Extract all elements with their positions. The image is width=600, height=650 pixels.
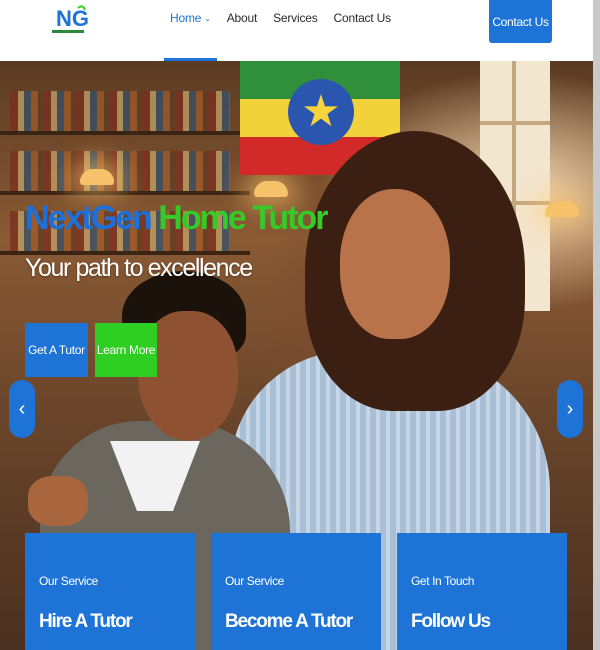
nav-contact-us[interactable]: Contact Us: [326, 0, 399, 61]
card-eyebrow: Our Service: [39, 574, 98, 588]
nav-contact-label: Contact Us: [333, 11, 392, 25]
slider-next-button[interactable]: ›: [557, 380, 583, 438]
nav-services-label: Services: [273, 11, 318, 25]
nav-home-label: Home: [170, 11, 202, 25]
hero-title-part2: Home Tutor: [158, 199, 328, 237]
nav-about-label: About: [226, 11, 258, 25]
logo-tagline-bar: [52, 30, 84, 33]
site-header: NG Home ⌄ About Services Contact Us Conta…: [0, 0, 600, 61]
service-card-become-a-tutor[interactable]: Our Service Become A Tutor: [211, 533, 381, 650]
slider-prev-button[interactable]: ‹: [9, 380, 35, 438]
lamp-light: [80, 169, 114, 185]
lamp-light: [254, 181, 288, 197]
nav-home[interactable]: Home ⌄: [162, 0, 219, 61]
lamp-light: [545, 201, 579, 217]
chevron-right-icon: ›: [566, 397, 574, 420]
card-title: Follow Us: [411, 611, 491, 632]
contact-us-button[interactable]: Contact Us: [489, 0, 552, 43]
chevron-down-icon: ⌄: [204, 14, 211, 23]
get-a-tutor-button[interactable]: Get A Tutor: [25, 323, 88, 377]
service-card-follow-us[interactable]: Get In Touch Follow Us: [397, 533, 567, 650]
star-emblem-icon: ★: [288, 79, 354, 145]
chevron-left-icon: ‹: [18, 397, 26, 420]
hero-title-part1: NextGen: [25, 199, 153, 237]
bookshelf-shelf: [0, 191, 250, 195]
tutor-hand: [28, 476, 88, 526]
logo-text: NG: [56, 6, 88, 31]
scrollbar-track[interactable]: [593, 0, 600, 650]
main-nav: Home ⌄ About Services Contact Us: [162, 0, 399, 61]
card-eyebrow: Our Service: [225, 574, 284, 588]
service-card-hire-a-tutor[interactable]: Our Service Hire A Tutor: [25, 533, 195, 650]
card-eyebrow: Get In Touch: [411, 574, 475, 588]
bookshelf-books: [10, 151, 230, 191]
card-title: Become A Tutor: [225, 611, 353, 632]
learn-more-button[interactable]: Learn More: [95, 323, 157, 377]
nav-about[interactable]: About: [219, 0, 265, 61]
hero-title: NextGen Home Tutor: [25, 199, 329, 237]
tutor-figure-face: [340, 189, 450, 339]
bookshelf-shelf: [0, 131, 250, 135]
card-title: Hire A Tutor: [39, 611, 133, 632]
bookshelf-books: [10, 91, 230, 131]
nav-services[interactable]: Services: [265, 0, 325, 61]
hero-subtitle: Your path to excellence: [25, 254, 253, 282]
